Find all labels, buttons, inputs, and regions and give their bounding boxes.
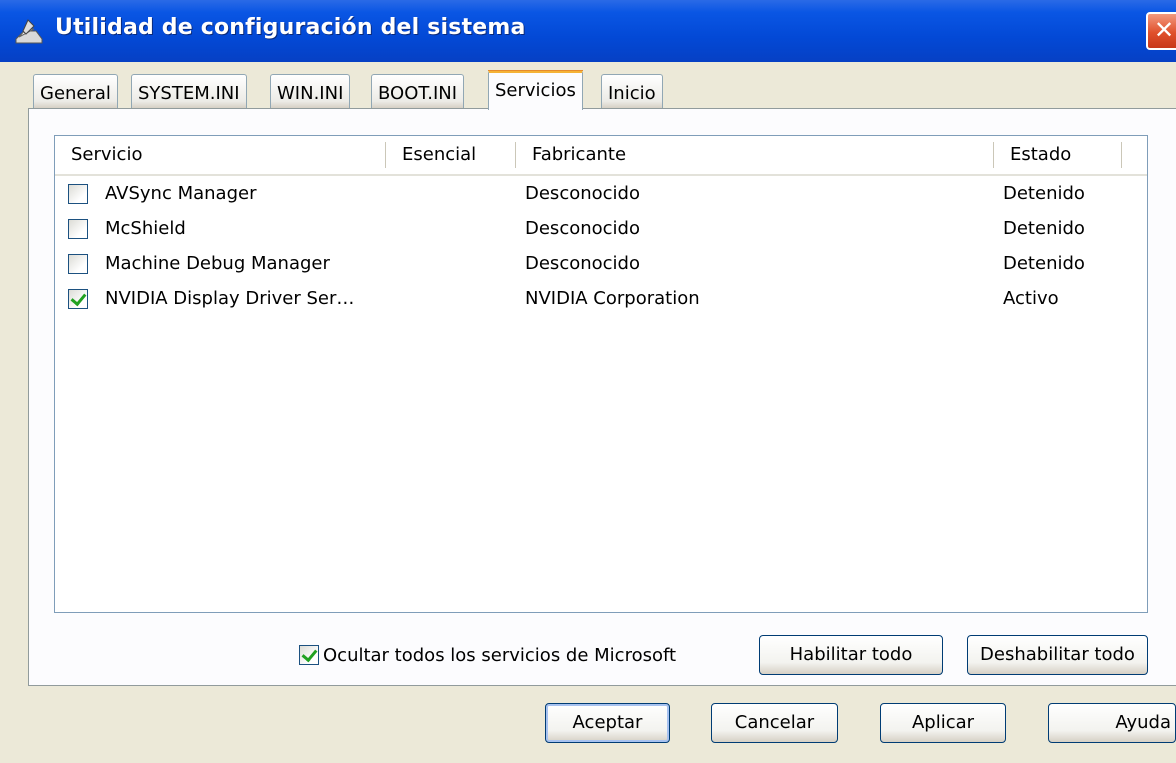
close-icon: ✕ (1154, 16, 1175, 44)
service-status: Detenido (1003, 253, 1085, 274)
service-name: AVSync Manager (105, 183, 257, 204)
services-list[interactable]: Servicio Esencial Fabricante Estado AVSy… (54, 135, 1148, 613)
table-row[interactable]: NVIDIA Display Driver Ser… NVIDIA Corpor… (55, 281, 1147, 316)
tab-servicios[interactable]: Servicios (488, 70, 583, 110)
service-checkbox[interactable] (68, 289, 88, 309)
hide-microsoft-checkbox[interactable] (299, 645, 319, 665)
system-config-icon (15, 19, 43, 44)
service-manufacturer: Desconocido (525, 183, 640, 204)
service-manufacturer: NVIDIA Corporation (525, 288, 700, 309)
service-status: Activo (1003, 288, 1059, 309)
tab-label: SYSTEM.INI (138, 83, 240, 104)
tab-inicio[interactable]: Inicio (601, 74, 663, 108)
tab-win-ini[interactable]: WIN.INI (270, 74, 351, 108)
enable-all-button[interactable]: Habilitar todo (759, 635, 943, 675)
column-divider[interactable] (1121, 142, 1122, 168)
tab-label: Servicios (495, 80, 576, 101)
service-manufacturer: Desconocido (525, 253, 640, 274)
disable-all-button[interactable]: Deshabilitar todo (967, 635, 1148, 675)
tab-label: General (40, 83, 111, 104)
table-row[interactable]: Machine Debug Manager Desconocido Deteni… (55, 246, 1147, 281)
apply-button[interactable]: Aplicar (880, 703, 1006, 743)
service-checkbox[interactable] (68, 184, 88, 204)
column-header-servicio[interactable]: Servicio (55, 136, 385, 174)
cancel-button[interactable]: Cancelar (711, 703, 838, 743)
window-title: Utilidad de configuración del sistema (55, 15, 526, 40)
help-button[interactable]: Ayuda (1048, 703, 1176, 743)
column-header-esencial[interactable]: Esencial (386, 136, 514, 174)
services-tab-panel: Servicio Esencial Fabricante Estado AVSy… (28, 108, 1176, 686)
tab-label: BOOT.INI (378, 83, 458, 104)
table-row[interactable]: McShield Desconocido Detenido (55, 211, 1147, 246)
tab-general[interactable]: General (33, 74, 118, 108)
close-button[interactable]: ✕ (1146, 12, 1176, 50)
service-name: McShield (105, 218, 186, 239)
hide-microsoft-label[interactable]: Ocultar todos los servicios de Microsoft (323, 645, 676, 666)
ok-button[interactable]: Aceptar (545, 703, 670, 743)
tab-label: Inicio (608, 83, 656, 104)
title-bar[interactable]: Utilidad de configuración del sistema ✕ (0, 0, 1176, 62)
service-status: Detenido (1003, 218, 1085, 239)
service-name: NVIDIA Display Driver Ser… (105, 288, 355, 309)
service-manufacturer: Desconocido (525, 218, 640, 239)
service-checkbox[interactable] (68, 254, 88, 274)
tab-label: WIN.INI (277, 83, 344, 104)
list-header: Servicio Esencial Fabricante Estado (55, 136, 1147, 176)
service-name: Machine Debug Manager (105, 253, 330, 274)
tab-system-ini[interactable]: SYSTEM.INI (131, 74, 247, 108)
service-status: Detenido (1003, 183, 1085, 204)
tab-boot-ini[interactable]: BOOT.INI (371, 74, 465, 108)
service-checkbox[interactable] (68, 219, 88, 239)
table-row[interactable]: AVSync Manager Desconocido Detenido (55, 176, 1147, 211)
column-header-fabricante[interactable]: Fabricante (516, 136, 992, 174)
column-header-estado[interactable]: Estado (994, 136, 1120, 174)
